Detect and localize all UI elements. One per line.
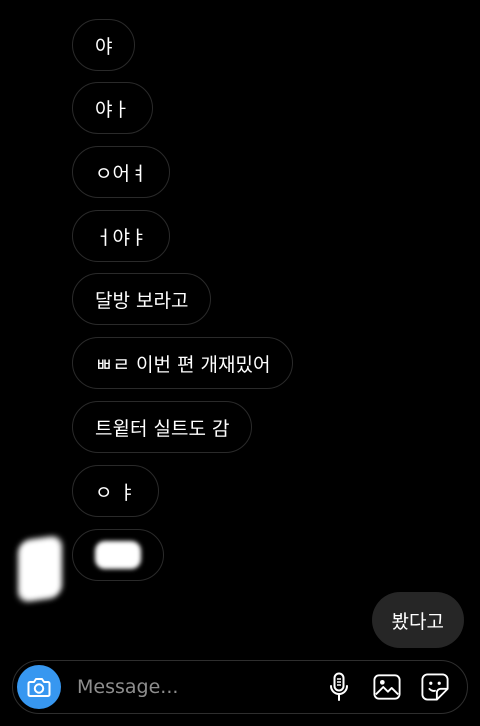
- message-thread: 야 야ㅏ ㅇ어ㅕ ㅓ야ㅑ 달방 보라고 ㅃㄹ 이번 편 개재밌어 트윝터 실트도…: [0, 0, 480, 656]
- incoming-message[interactable]: ㅃㄹ 이번 편 개재밌어: [72, 337, 294, 389]
- gallery-button[interactable]: [373, 672, 401, 702]
- message-text: 야: [95, 35, 113, 58]
- incoming-message[interactable]: ㅇ어ㅕ: [72, 146, 171, 198]
- message-text: 달방 보라고: [95, 289, 189, 312]
- message-text: ㅓ야ㅑ: [95, 226, 148, 249]
- sender-avatar-redacted[interactable]: [18, 534, 62, 604]
- incoming-message[interactable]: 야: [72, 19, 136, 71]
- message-text: ㅇ어ㅕ: [95, 162, 148, 185]
- incoming-message[interactable]: 트윝터 실트도 감: [72, 401, 253, 453]
- redaction-blur: [95, 541, 141, 569]
- message-text: 트윝터 실트도 감: [95, 417, 230, 440]
- sticker-button[interactable]: [421, 672, 449, 702]
- image-icon: [373, 674, 401, 700]
- message-text: 봤다고: [391, 610, 444, 633]
- message-text: ㅇ ㅑ: [95, 481, 136, 504]
- message-text: ㅃㄹ 이번 편 개재밌어: [95, 353, 271, 376]
- sticker-icon: [421, 673, 449, 701]
- incoming-message[interactable]: 야ㅏ: [72, 82, 153, 134]
- message-composer: [12, 660, 468, 714]
- message-text: 야ㅏ: [95, 98, 130, 121]
- message-input[interactable]: [75, 675, 325, 699]
- incoming-message[interactable]: ㅇ ㅑ: [72, 465, 159, 517]
- voice-message-button[interactable]: [325, 672, 353, 702]
- microphone-icon: [330, 672, 348, 701]
- camera-button[interactable]: [17, 665, 61, 709]
- incoming-message[interactable]: ㅓ야ㅑ: [72, 210, 171, 262]
- camera-icon: [27, 678, 51, 697]
- redacted-message[interactable]: [72, 529, 164, 581]
- incoming-message[interactable]: 달방 보라고: [72, 273, 212, 325]
- outgoing-message[interactable]: 봤다고: [371, 592, 464, 648]
